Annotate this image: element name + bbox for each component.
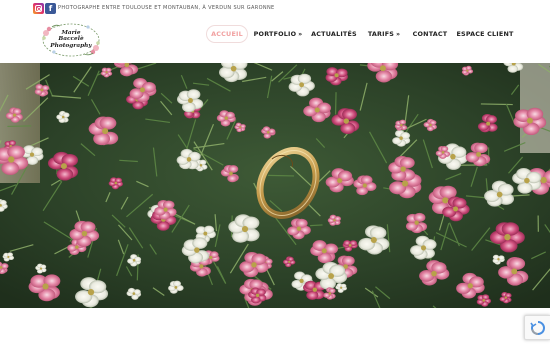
tagline: PHOTOGRAPHE ENTRE TOULOUSE ET MONTAUBAN,… xyxy=(58,5,275,11)
nav-label: ACTUALITÉS xyxy=(311,30,357,38)
logo-line-3: Photography xyxy=(50,42,92,49)
site-header: Marie Baccelè Photography ACCUEIL PORTFO… xyxy=(0,16,550,63)
nav-item-portfolio[interactable]: PORTFOLIO » xyxy=(253,25,303,43)
nav-label: TARIFS xyxy=(367,30,395,38)
wedding-rings-flowers-photo xyxy=(0,63,550,308)
nav-label: ACCUEIL xyxy=(211,30,243,38)
nav-label: ESPACE CLIENT xyxy=(456,30,514,38)
social-links: f xyxy=(33,3,56,14)
recaptcha-badge[interactable] xyxy=(524,315,550,340)
hero-image xyxy=(0,63,550,308)
nav-item-espace-client[interactable]: ESPACE CLIENT xyxy=(456,25,513,43)
main-nav: ACCUEIL PORTFOLIO » ACTUALITÉS TARIFS » … xyxy=(0,25,550,43)
nav-item-contact[interactable]: CONTACT xyxy=(412,25,448,43)
content-area xyxy=(0,308,550,344)
instagram-icon[interactable] xyxy=(33,3,44,14)
nav-label: CONTACT xyxy=(412,30,448,38)
chevron-down-icon: » xyxy=(396,30,401,38)
nav-item-tarifs[interactable]: TARIFS » xyxy=(368,25,400,43)
nav-item-actualites[interactable]: ACTUALITÉS xyxy=(311,25,357,43)
nav-item-accueil[interactable]: ACCUEIL xyxy=(206,25,248,43)
top-bar: f PHOTOGRAPHE ENTRE TOULOUSE ET MONTAUBA… xyxy=(0,0,550,16)
nav-label: PORTFOLIO xyxy=(253,30,297,38)
facebook-icon[interactable]: f xyxy=(45,3,56,14)
chevron-down-icon: » xyxy=(298,30,303,38)
recaptcha-icon xyxy=(529,320,545,335)
